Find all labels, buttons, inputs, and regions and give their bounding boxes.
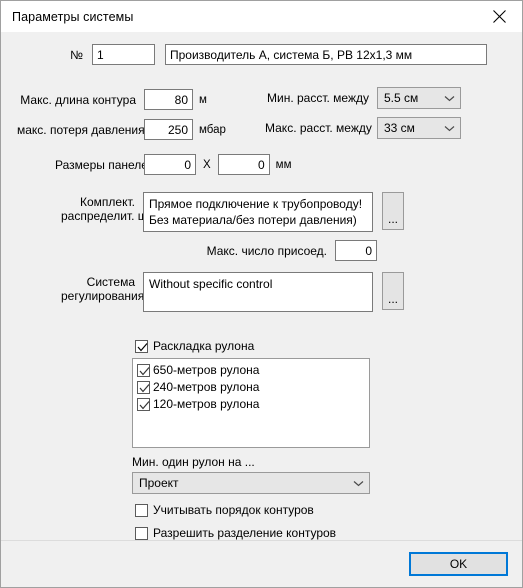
max-pressure-loss-unit: мбар <box>199 123 226 136</box>
panel-size-row: Размеры панелей X мм <box>55 154 291 175</box>
list-item[interactable]: 650-метров рулона <box>137 363 365 377</box>
control-system-label-line2: регулирования <box>61 289 145 303</box>
list-item[interactable]: 120-метров рулона <box>137 397 365 411</box>
allow-loop-split-checkbox[interactable]: Разрешить разделение контуров <box>135 526 336 540</box>
dialog-footer: OK <box>1 540 522 587</box>
control-system-browse-button[interactable]: ... <box>382 272 404 310</box>
checkbox-box <box>135 503 148 517</box>
identity-row: № <box>61 44 487 65</box>
check-icon <box>137 342 148 351</box>
consider-loop-order-checkbox[interactable]: Учитывать порядок контуров <box>135 503 314 517</box>
control-system-row: Система регулирования Without specific c… <box>61 272 404 312</box>
checkbox-box <box>135 339 148 353</box>
panel-width-input[interactable] <box>144 154 196 175</box>
cabinet-row: Комплект. распределит. шкафа Прямое подк… <box>61 192 404 232</box>
max-pressure-loss-row: макс. потеря давления мбар <box>17 119 226 140</box>
min-spacing-combobox[interactable]: 5.5 см <box>377 87 461 109</box>
min-one-roll-value: Проект <box>139 476 179 490</box>
close-button[interactable] <box>477 2 522 32</box>
max-loop-length-row: Макс. длина контура м <box>17 89 207 110</box>
check-icon <box>139 383 150 392</box>
check-icon <box>139 366 150 375</box>
control-system-value-box[interactable]: Without specific control <box>143 272 373 312</box>
max-connections-input[interactable] <box>335 240 377 261</box>
description-input[interactable] <box>165 44 487 65</box>
max-loop-length-label: Макс. длина контура <box>20 92 136 107</box>
min-spacing-label: Мин. расст. между <box>267 91 369 105</box>
max-pressure-loss-input[interactable] <box>144 119 193 140</box>
max-loop-length-input[interactable] <box>144 89 193 110</box>
ok-button[interactable]: OK <box>409 552 508 576</box>
max-loop-length-unit: м <box>199 93 207 106</box>
cabinet-browse-button[interactable]: ... <box>382 192 404 230</box>
consider-loop-order-label: Учитывать порядок контуров <box>153 503 314 517</box>
min-spacing-value: 5.5 см <box>384 91 419 105</box>
close-icon <box>493 10 506 23</box>
number-label: № <box>70 47 83 62</box>
number-input[interactable] <box>92 44 155 65</box>
max-pressure-loss-label: макс. потеря давления <box>17 122 145 137</box>
window-title: Параметры системы <box>12 9 134 24</box>
checkbox-box <box>135 526 148 540</box>
title-bar: Параметры системы <box>1 1 522 32</box>
list-item[interactable]: 240-метров рулона <box>137 380 365 394</box>
roll-list[interactable]: 650-метров рулона 240-метров рулона 120-… <box>132 358 370 448</box>
max-spacing-combobox[interactable]: 33 см <box>377 117 461 139</box>
allow-loop-split-label: Разрешить разделение контуров <box>153 526 337 540</box>
roll-layout-checkbox[interactable]: Раскладка рулона <box>135 339 254 353</box>
panel-size-label: Размеры панелей <box>55 157 155 172</box>
roll-layout-label: Раскладка рулона <box>153 339 255 353</box>
max-connections-label: Макс. число присоед. <box>206 243 327 258</box>
chevron-down-icon <box>444 95 455 101</box>
control-system-label: Система регулирования <box>61 272 145 303</box>
panel-size-separator: X <box>203 158 211 171</box>
min-one-roll-label: Мин. один рулон на ... <box>132 455 255 469</box>
cabinet-label-line1: Комплект. <box>80 195 135 209</box>
min-spacing-row: Мин. расст. между 5.5 см <box>265 87 461 109</box>
cabinet-label-line2: распределит. шкафа <box>61 209 177 223</box>
panel-height-input[interactable] <box>217 154 270 175</box>
control-system-label-line1: Система <box>86 275 135 289</box>
dialog-content: № Макс. длина контура м Мин. расст. межд… <box>1 32 522 540</box>
checkbox-box <box>137 397 150 411</box>
panel-size-unit: мм <box>275 158 292 171</box>
max-spacing-row: Макс. расст. между 33 см <box>265 117 461 139</box>
chevron-down-icon <box>353 480 364 486</box>
check-icon <box>139 400 150 409</box>
max-connections-row: Макс. число присоед. <box>197 240 377 261</box>
max-spacing-label: Макс. расст. между <box>265 121 372 135</box>
cabinet-value-box[interactable]: Прямое подключение к трубопроводу! Без м… <box>143 192 373 232</box>
system-parameters-dialog: Параметры системы № Макс. длина контура … <box>0 0 523 588</box>
list-item-label: 120-метров рулона <box>153 397 260 411</box>
min-one-roll-combobox[interactable]: Проект <box>132 472 370 494</box>
list-item-label: 240-метров рулона <box>153 380 260 394</box>
checkbox-box <box>137 363 150 377</box>
max-spacing-value: 33 см <box>384 121 415 135</box>
checkbox-box <box>137 380 150 394</box>
list-item-label: 650-метров рулона <box>153 363 260 377</box>
chevron-down-icon <box>444 125 455 131</box>
cabinet-label: Комплект. распределит. шкафа <box>61 192 177 223</box>
